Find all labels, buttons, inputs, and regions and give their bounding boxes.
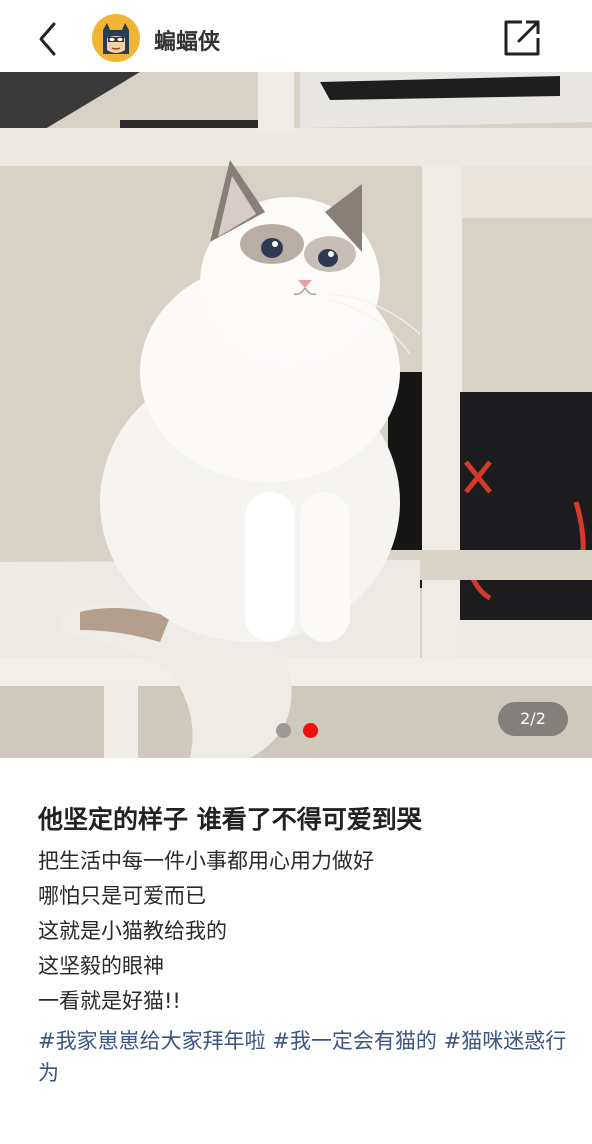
cat-photo (0, 72, 592, 758)
hashtags: #我家崽崽给大家拜年啦 #我一定会有猫的 #猫咪迷惑行为 (38, 1025, 568, 1089)
post-line: 把生活中每一件小事都用心用力做好 (38, 849, 374, 873)
external-link-icon (504, 20, 540, 56)
hashtag-link[interactable]: #我一定会有猫的 (272, 1029, 437, 1053)
photo-counter: 2/2 (498, 702, 568, 736)
post-photo[interactable]: 2/2 (0, 72, 592, 758)
top-bar: 蝙蝠侠 (0, 0, 592, 72)
back-button[interactable] (34, 20, 64, 58)
username[interactable]: 蝙蝠侠 (154, 24, 220, 56)
share-button[interactable] (502, 18, 542, 58)
chevron-left-icon (39, 22, 56, 56)
batman-avatar (92, 14, 140, 62)
avatar[interactable] (92, 14, 140, 62)
carousel-dot-active[interactable] (303, 723, 318, 738)
post-title: 他坚定的样子 谁看了不得可爱到哭 (38, 805, 422, 834)
hashtag-link[interactable]: #我家崽崽给大家拜年啦 (38, 1029, 266, 1053)
post-line: 哪怕只是可爱而已 (38, 884, 206, 908)
carousel-dot[interactable] (276, 723, 291, 738)
post-line: 这坚毅的眼神 (38, 954, 164, 978)
post-line: 这就是小猫教给我的 (38, 919, 227, 943)
post-line: 一看就是好猫!! (38, 989, 181, 1013)
post-content: 他坚定的样子 谁看了不得可爱到哭 把生活中每一件小事都用心用力做好 哪怕只是可爱… (38, 802, 568, 1089)
